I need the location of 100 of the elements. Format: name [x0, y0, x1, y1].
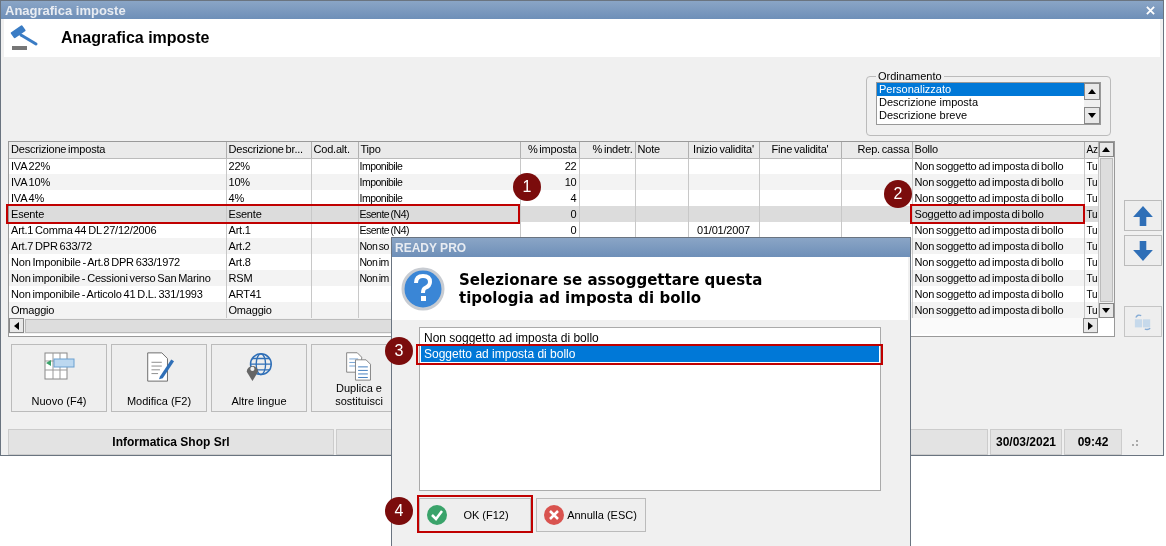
table-cell: Esente (N4): [359, 223, 410, 236]
dialog-button[interactable]: Annulla (ESC): [536, 498, 646, 532]
table-cell: Non Imponibile - Art.8 DPR 633/1972: [11, 255, 180, 268]
table-cell: Art.2: [228, 239, 251, 252]
column-header[interactable]: Tipo: [358, 142, 520, 158]
table-cell: Tu: [1086, 240, 1097, 252]
table-cell: 4: [570, 191, 577, 204]
column-header[interactable]: Note: [635, 142, 688, 158]
table-cell: Tu: [1086, 160, 1097, 172]
table-row[interactable]: Esente Esente Esente (N4) 0 Soggetto ad imposta di bollo Tu: [9, 206, 1098, 222]
list-item[interactable]: Non soggetto ad imposta di bollo: [421, 330, 879, 346]
table-cell: Art.7 DPR 633/72: [11, 239, 92, 252]
column-header[interactable]: Descrizione imposta: [9, 142, 226, 158]
table-cell: Art.1 Comma 44 DL 27/12/2006: [11, 223, 157, 236]
close-icon[interactable]: [1146, 5, 1155, 15]
table-cell: Imponibile: [359, 175, 403, 188]
table-insert-icon: [42, 351, 76, 381]
table-cell: Tu: [1086, 224, 1097, 236]
table-cell: Imponibile: [359, 159, 403, 172]
table-cell: Non imponibile - Cessioni verso San Marino: [11, 271, 211, 284]
table-cell: Soggetto ad imposta di bollo: [914, 207, 1044, 220]
group-label: Ordinamento: [877, 70, 943, 82]
table-cell: 10%: [228, 175, 250, 188]
table-cell: 10: [564, 175, 577, 188]
table-cell: ART41: [228, 287, 262, 300]
table-cell: Non soggetto ad imposta di bollo: [914, 191, 1064, 204]
table-cell: 01/01/2007: [696, 223, 751, 236]
sort-list[interactable]: Personalizzato Descrizione imposta Descrizione breve: [876, 82, 1101, 125]
move-up-button[interactable]: [1124, 200, 1162, 231]
table-cell: RSM: [228, 271, 253, 284]
list-item[interactable]: Personalizzato: [877, 83, 1084, 96]
table-cell: Esente (N4): [359, 207, 410, 220]
table-cell: Tu: [1086, 304, 1097, 316]
up-arrow-icon: [1132, 204, 1154, 227]
table-cell: Esente: [11, 207, 45, 220]
column-header[interactable]: Descrizione br...: [226, 142, 311, 158]
check-icon: [426, 504, 448, 526]
column-header[interactable]: Cod.alt.: [311, 142, 358, 158]
window-title: Anagrafica imposte: [5, 2, 126, 18]
table-cell: Non soggetto ad imposta di bollo: [914, 223, 1064, 236]
documents-icon: [344, 351, 374, 381]
table-cell: IVA 22%: [11, 159, 50, 172]
column-header[interactable]: Fine validita': [759, 142, 841, 158]
column-header[interactable]: Rep. cassa: [841, 142, 912, 158]
option-list[interactable]: Non soggetto ad imposta di bollo Soggetto ad imposta di bollo: [419, 327, 881, 491]
down-triangle-icon[interactable]: [1102, 308, 1110, 313]
table-cell: Omaggio: [11, 303, 55, 316]
up-triangle-icon[interactable]: [1102, 147, 1110, 152]
table-cell: Tu: [1086, 208, 1097, 220]
table-cell: Tu: [1086, 272, 1097, 284]
column-header[interactable]: % imposta: [520, 142, 579, 158]
gavel-icon: [9, 25, 39, 51]
dialog-button[interactable]: OK (F12): [419, 498, 531, 532]
callout-badge: 4: [385, 497, 413, 525]
down-arrow-icon: [1132, 239, 1154, 262]
scroll-down-button[interactable]: [1084, 107, 1100, 124]
move-down-button[interactable]: [1124, 235, 1162, 266]
table-cell: Non soggetto ad imposta di bollo: [914, 159, 1064, 172]
question-icon: [401, 266, 445, 311]
list-item[interactable]: Descrizione breve: [877, 109, 1084, 122]
left-triangle-icon[interactable]: [14, 321, 19, 330]
table-cell: 0: [570, 223, 577, 236]
table-cell: Non soggetto ad imposta di bollo: [914, 271, 1064, 284]
table-cell: Non soggetto ad imposta di bollo: [914, 303, 1064, 316]
action-button[interactable]: Modifica (F2): [111, 344, 207, 412]
close-circle-icon: [543, 504, 565, 526]
table-cell: 4%: [228, 191, 244, 204]
list-item[interactable]: Soggetto ad imposta di bollo: [421, 346, 879, 362]
table-cell: IVA 4%: [11, 191, 45, 204]
table-cell: Imponibile: [359, 191, 403, 204]
table-cell: 22: [564, 159, 577, 172]
table-cell: Esente: [228, 207, 262, 220]
status-date: 30/03/2021: [990, 429, 1062, 455]
table-cell: Non soggetto ad imposta di bollo: [914, 287, 1064, 300]
action-button[interactable]: Altre lingue: [211, 344, 307, 412]
table-cell: Non im: [359, 255, 389, 268]
table-cell: 22%: [228, 159, 250, 172]
resize-grip-icon[interactable]: [1130, 438, 1138, 446]
column-header[interactable]: % indetr.: [579, 142, 635, 158]
table-cell: Art.1: [228, 223, 251, 236]
column-header[interactable]: Bollo: [912, 142, 1084, 158]
down-triangle-icon: [1088, 113, 1096, 118]
table-cell: Non so: [359, 239, 389, 252]
scroll-up-button[interactable]: [1084, 83, 1100, 100]
action-button[interactable]: Nuovo (F4): [11, 344, 107, 412]
status-time: 09:42: [1064, 429, 1122, 455]
table-cell: Non soggetto ad imposta di bollo: [914, 239, 1064, 252]
table-cell: 0: [570, 207, 577, 220]
table-cell: Non soggetto ad imposta di bollo: [914, 255, 1064, 268]
table-cell: Art.8: [228, 255, 251, 268]
table-cell: Non soggetto ad imposta di bollo: [914, 175, 1064, 188]
table-cell: IVA 10%: [11, 175, 50, 188]
right-triangle-icon[interactable]: [1088, 321, 1093, 330]
table-cell: Tu: [1086, 256, 1097, 268]
dialog-title: READY PRO: [395, 240, 467, 255]
up-triangle-icon: [1088, 89, 1096, 94]
list-item[interactable]: Descrizione imposta: [877, 96, 1084, 109]
table-cell: Omaggio: [228, 303, 272, 316]
table-cell: Tu: [1086, 192, 1097, 204]
column-header[interactable]: Inizio validita': [688, 142, 759, 158]
